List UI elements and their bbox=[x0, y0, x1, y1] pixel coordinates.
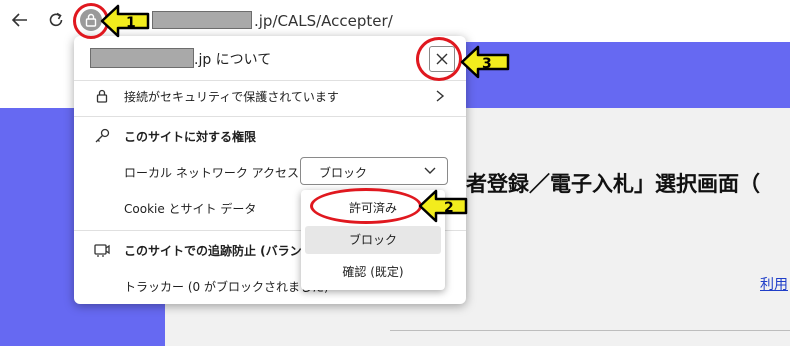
callout-number-1: 1 bbox=[126, 15, 136, 31]
permissions-heading-row: このサイトに対する権限 bbox=[74, 118, 466, 154]
callout-number-2: 2 bbox=[444, 200, 454, 216]
page-link[interactable]: 利用 bbox=[760, 274, 788, 294]
callout-number-3: 3 bbox=[482, 56, 492, 72]
tracking-prevention-icon bbox=[94, 242, 110, 258]
tracking-prevention-label: このサイトでの追跡防止 (バランス) bbox=[124, 244, 319, 258]
permissions-heading: このサイトに対する権限 bbox=[124, 130, 257, 144]
connection-security-row[interactable]: 接続がセキュリティで保護されています bbox=[74, 78, 466, 114]
back-button[interactable] bbox=[8, 8, 32, 32]
callout-arrow-3-icon: 3 bbox=[460, 45, 510, 79]
redacted-popup-domain bbox=[90, 48, 194, 68]
redacted-domain bbox=[152, 11, 252, 29]
local-network-select[interactable]: ブロック bbox=[300, 157, 448, 185]
lock-icon bbox=[94, 88, 110, 104]
refresh-button[interactable] bbox=[44, 8, 68, 32]
callout-arrow-1-icon: 1 bbox=[100, 4, 150, 38]
popup-header: .jp について bbox=[74, 36, 466, 80]
callout-arrow-2-icon: 2 bbox=[418, 189, 468, 223]
popup-title: .jp について bbox=[194, 52, 272, 68]
dropdown-option-ask-default[interactable]: 確認 (既定) bbox=[305, 258, 441, 286]
tracker-label: トラッカー (0 がブロックされました) bbox=[124, 280, 329, 294]
local-network-select-value: ブロック bbox=[319, 166, 368, 180]
annotation-ring-3 bbox=[416, 37, 462, 81]
back-arrow-icon bbox=[11, 13, 27, 27]
dropdown-option-block[interactable]: ブロック bbox=[305, 226, 441, 254]
popup-divider bbox=[74, 116, 466, 117]
annotation-ring-2 bbox=[310, 188, 422, 224]
chevron-down-icon bbox=[424, 167, 436, 174]
connection-security-label: 接続がセキュリティで保護されています bbox=[124, 90, 339, 104]
cookie-label: Cookie とサイト データ bbox=[124, 202, 257, 216]
page-divider bbox=[390, 330, 790, 331]
page-heading: 者登録／電子入札」選択画面（ bbox=[466, 172, 760, 196]
url-text[interactable]: .jp/CALS/Accepter/ bbox=[254, 12, 393, 30]
refresh-icon bbox=[49, 12, 63, 27]
chevron-right-icon bbox=[436, 90, 445, 102]
local-network-label: ローカル ネットワーク アクセス bbox=[124, 166, 300, 180]
key-icon bbox=[94, 128, 110, 144]
